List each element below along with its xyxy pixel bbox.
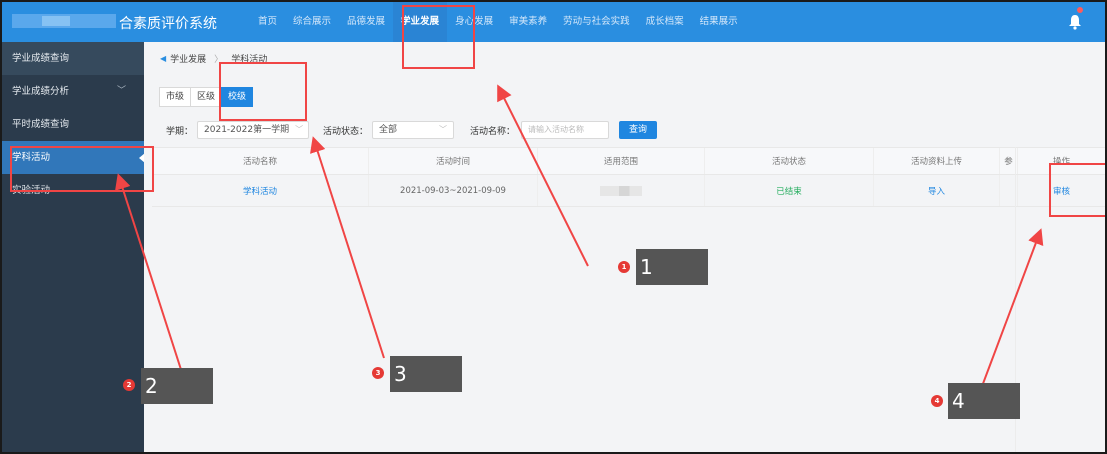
term-label: 学期：: [166, 126, 194, 137]
query-button[interactable]: 查询: [619, 121, 658, 139]
highlight-school-tab: [219, 62, 307, 121]
highlight-sidebar-activity: [10, 146, 154, 192]
cell-upload: 导入: [874, 175, 1000, 206]
col-header-name: 活动名称: [152, 148, 369, 174]
annotation-label-3: 3: [390, 356, 462, 392]
nav-aesthetic[interactable]: 审美素养: [501, 2, 555, 42]
import-link[interactable]: 导入: [928, 185, 945, 197]
tab-district[interactable]: 区级: [190, 87, 223, 107]
sidebar-item-label: 学业成绩分析: [12, 86, 70, 97]
annotation-label-1: 1: [636, 249, 708, 285]
breadcrumb-parent[interactable]: 学业发展: [170, 52, 206, 65]
col-header-upload: 活动资料上传: [874, 148, 1000, 174]
bell-icon[interactable]: [1068, 7, 1083, 30]
chevron-down-icon: ﹀: [295, 125, 304, 134]
redacted-scope: [600, 185, 642, 196]
status-select[interactable]: 全部 ﹀: [372, 121, 455, 139]
highlight-nav-academic: [402, 5, 475, 69]
sidebar-item-score-analysis[interactable]: 学业成绩分析 ﹀: [2, 75, 144, 108]
cell-time: 2021-09-03~2021-09-09: [369, 175, 538, 206]
annotation-dot-4: 4: [931, 395, 943, 407]
annotation-dot-2: 2: [123, 379, 135, 391]
filter-bar: 学期： 2021-2022第一学期 ﹀ 活动状态： 全部 ﹀ 活动名称： 请输入…: [166, 121, 658, 139]
cell-name: 学科活动: [152, 175, 369, 206]
col-header-time: 活动时间: [369, 148, 538, 174]
screen-frame: 合素质评价系统 首页 综合展示 品德发展 学业发展 身心发展 审美素养 劳动与社…: [0, 0, 1107, 454]
nav-results[interactable]: 结果展示: [692, 2, 746, 42]
nav-labor-practice[interactable]: 劳动与社会实践: [555, 2, 638, 42]
sidebar-item-label: 平时成绩查询: [12, 119, 70, 130]
annotation-label-2: 2: [141, 368, 213, 404]
chevron-down-icon: ﹀: [116, 86, 126, 96]
status-label: 活动状态：: [323, 126, 369, 137]
cell-scope: [538, 175, 705, 206]
nav-moral[interactable]: 品德发展: [339, 2, 393, 42]
nav-home[interactable]: 首页: [250, 2, 285, 42]
annotation-dot-3: 3: [372, 367, 384, 379]
app-title: 合素质评价系统: [119, 16, 217, 32]
top-bar: 合素质评价系统 首页 综合展示 品德发展 学业发展 身心发展 审美素养 劳动与社…: [2, 2, 1105, 42]
activity-table: 活动名称 活动时间 适用范围 活动状态 活动资料上传 参 操作 学科活动 202…: [152, 147, 1105, 207]
col-header-status: 活动状态: [705, 148, 874, 174]
nav-overview[interactable]: 综合展示: [285, 2, 339, 42]
highlight-review: [1049, 163, 1105, 217]
tab-city[interactable]: 市级: [159, 87, 192, 107]
activity-name-link[interactable]: 学科活动: [243, 185, 277, 197]
name-label: 活动名称：: [470, 126, 516, 137]
logo-icon: [12, 14, 116, 28]
term-select[interactable]: 2021-2022第一学期 ﹀: [197, 121, 310, 139]
annotation-dot-1: 1: [618, 261, 630, 273]
term-select-value: 2021-2022第一学期: [204, 125, 290, 135]
sidebar-item-score-query[interactable]: 学业成绩查询: [2, 42, 144, 75]
activity-name-input[interactable]: 请输入活动名称: [521, 121, 610, 139]
table-row: 学科活动 2021-09-03~2021-09-09 已结束 导入 审核: [152, 175, 1105, 207]
table-header: 活动名称 活动时间 适用范围 活动状态 活动资料上传 参 操作: [152, 147, 1105, 175]
sidebar-item-usual-score[interactable]: 平时成绩查询: [2, 108, 144, 141]
sidebar-item-label: 学业成绩查询: [12, 53, 70, 64]
cell-status: 已结束: [705, 175, 874, 206]
chevron-down-icon: ﹀: [439, 125, 448, 134]
status-select-value: 全部: [379, 125, 398, 135]
back-arrow-icon[interactable]: ◀: [160, 54, 166, 63]
notification-dot: [1077, 7, 1083, 13]
nav-growth-archive[interactable]: 成长档案: [638, 2, 692, 42]
sidebar: 学业成绩查询 学业成绩分析 ﹀ 平时成绩查询 学科活动 实验活动: [2, 42, 145, 452]
col-header-scope: 适用范围: [538, 148, 705, 174]
annotation-label-4: 4: [948, 383, 1020, 419]
status-value: 已结束: [776, 186, 802, 197]
main-nav: 首页 综合展示 品德发展 学业发展 身心发展 审美素养 劳动与社会实践 成长档案…: [250, 2, 746, 42]
